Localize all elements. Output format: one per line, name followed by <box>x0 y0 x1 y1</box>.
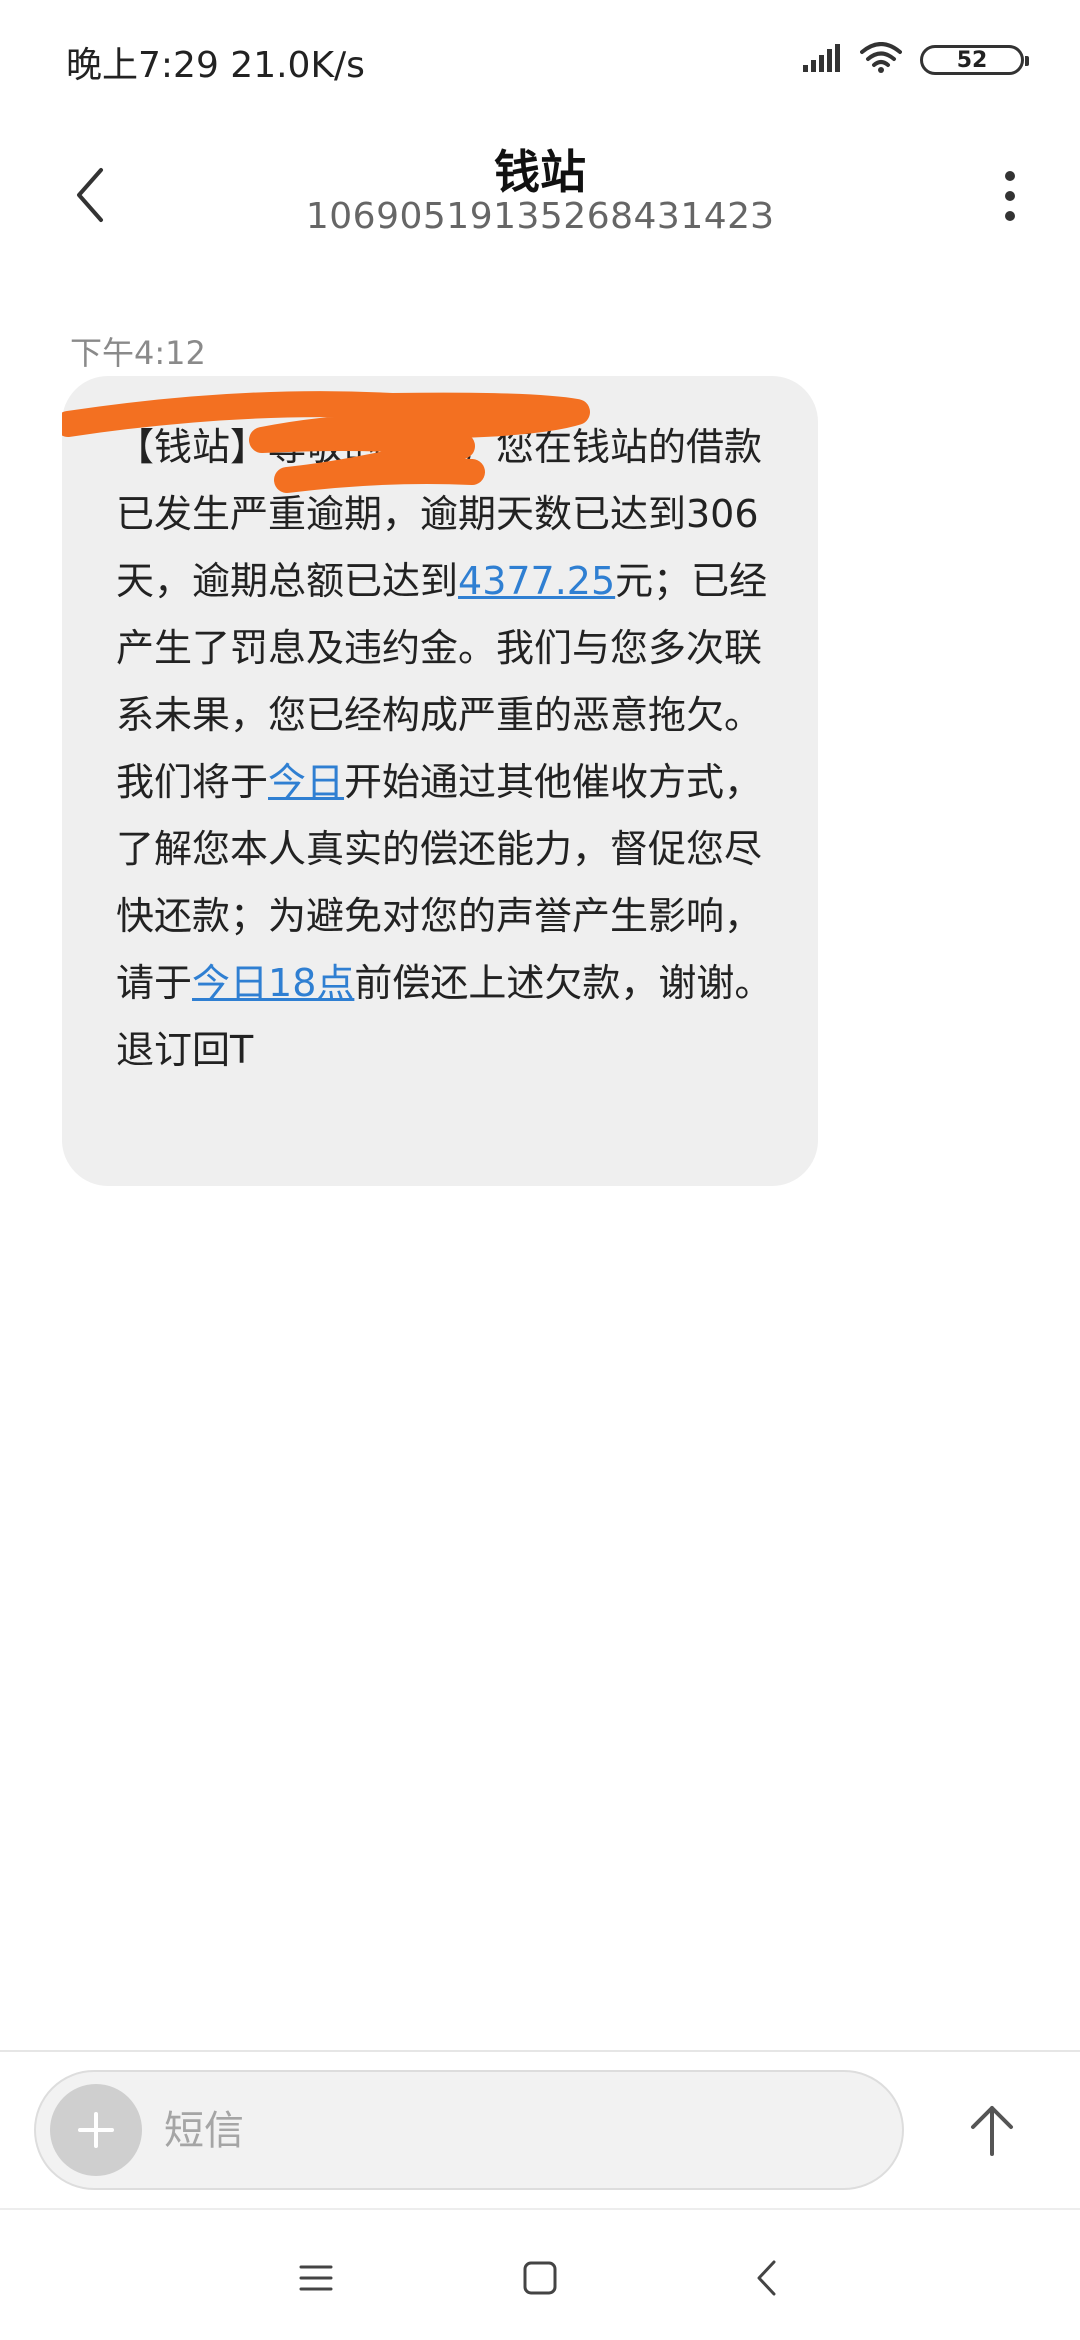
nav-back-button[interactable] <box>736 2248 796 2308</box>
status-bar: 晚上7:29 21.0K/s 52 <box>0 0 1080 120</box>
message-bubble[interactable]: 【钱站】尊敬的用户，您在钱站的借款已发生严重逾期，逾期天数已达到306天，逾期总… <box>62 376 818 1186</box>
status-icons: 52 <box>802 40 1029 80</box>
battery-level: 52 <box>956 47 988 73</box>
arrow-up-icon <box>971 2106 1013 2156</box>
message-text: 【钱站】尊敬的用户，您在钱站的借款已发生严重逾期，逾期天数已达到306天，逾期总… <box>116 414 776 1084</box>
battery-icon: 52 <box>920 45 1029 75</box>
contact-number: 1069051913526843142З <box>305 196 775 237</box>
menu-button[interactable] <box>286 2248 346 2308</box>
today-link[interactable]: 今日 <box>268 760 344 804</box>
sms-input[interactable] <box>162 2094 866 2168</box>
home-button[interactable] <box>510 2248 570 2308</box>
attach-button[interactable] <box>50 2084 142 2176</box>
wifi-icon <box>860 42 902 78</box>
status-time-speed: 晚上7:29 21.0K/s <box>66 45 365 86</box>
send-button[interactable] <box>952 2090 1032 2170</box>
contact-name: 钱站 <box>494 145 586 199</box>
signal-icon <box>802 43 842 77</box>
plus-icon <box>78 2112 114 2148</box>
compose-bar <box>34 2070 904 2190</box>
chevron-left-icon <box>757 2260 776 2296</box>
message-timestamp: 下午4:12 <box>70 334 206 372</box>
compose-divider <box>0 2050 1080 2052</box>
amount-link[interactable]: 4377.25 <box>458 559 615 603</box>
deadline-link[interactable]: 今日18点 <box>192 961 354 1005</box>
navigation-bar <box>0 2210 1080 2340</box>
home-square-icon <box>523 2261 557 2295</box>
conversation-header: 钱站 1069051913526843142З <box>0 120 1080 270</box>
more-vertical-icon <box>1005 171 1015 221</box>
menu-icon <box>299 2265 333 2291</box>
more-options-button[interactable] <box>980 156 1040 236</box>
